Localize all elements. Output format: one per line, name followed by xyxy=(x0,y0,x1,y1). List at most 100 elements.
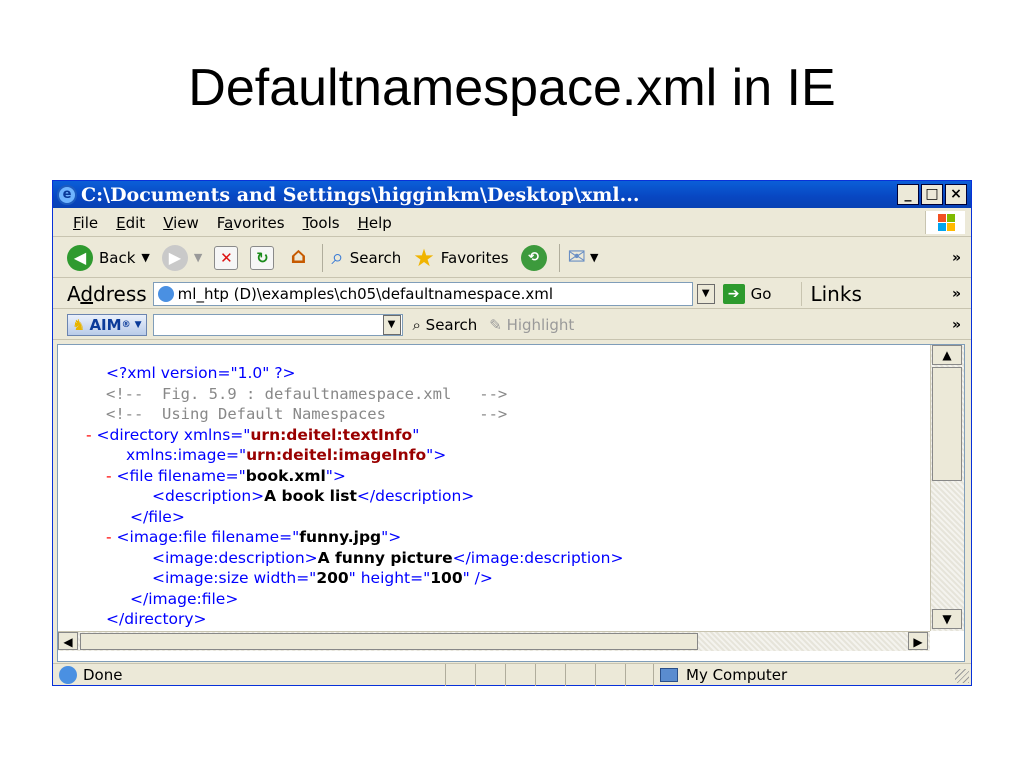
search-icon: ⌕ xyxy=(412,315,426,334)
status-pane xyxy=(445,664,475,686)
favorites-star-icon: ★ xyxy=(413,243,435,272)
go-arrow-icon: ➔ xyxy=(722,283,745,304)
home-button[interactable]: ⌂ xyxy=(286,243,310,270)
aim-search-button[interactable]: ⌕ Search xyxy=(413,316,478,334)
menu-tools[interactable]: Tools xyxy=(303,214,340,232)
scroll-right-icon[interactable]: ▶ xyxy=(908,632,928,650)
maximize-button[interactable]: □ xyxy=(921,184,943,205)
mail-button[interactable]: ✉ ▼ xyxy=(568,245,599,270)
slide-title: Defaultnamespace.xml in IE xyxy=(188,59,836,117)
status-pane xyxy=(565,664,595,686)
search-button[interactable]: ⌕ Search xyxy=(331,245,401,270)
aim-dropdown-icon: ▼ xyxy=(134,319,142,330)
status-pane xyxy=(595,664,625,686)
links-overflow-icon[interactable]: » xyxy=(952,286,961,302)
stop-icon: ✕ xyxy=(214,245,239,270)
address-label: Address xyxy=(67,281,147,306)
status-bar: Done My Computer xyxy=(53,663,971,686)
ie-logo-icon: e xyxy=(57,184,77,205)
aim-runner-icon: ♞ xyxy=(72,315,86,334)
forward-arrow-icon: ▶ xyxy=(161,244,188,271)
toolbar-separator xyxy=(322,243,324,272)
refresh-button[interactable]: ↻ xyxy=(250,245,275,270)
close-button[interactable]: × xyxy=(945,184,967,205)
xml-comment: <!-- Using Default Namespaces --> xyxy=(106,405,508,423)
registered-icon: ® xyxy=(121,319,131,330)
menu-file[interactable]: File xyxy=(73,214,98,232)
my-computer-icon xyxy=(660,668,678,682)
status-pane xyxy=(535,664,565,686)
xml-line: </image:file> xyxy=(130,589,239,608)
scroll-down-icon[interactable]: ▼ xyxy=(932,609,962,629)
aim-toolbar: ♞ AIM ® ▼ ▼ ⌕ Search ✎ Highlight » xyxy=(53,310,971,340)
xml-line: <description>A book list</description> xyxy=(152,487,475,505)
scroll-left-icon[interactable]: ◀ xyxy=(58,632,78,650)
collapse-toggle[interactable]: - xyxy=(86,426,97,444)
xml-line: - <file filename="book.xml"> xyxy=(106,466,346,485)
back-dropdown-icon: ▼ xyxy=(141,251,150,264)
go-button[interactable]: ➔ Go xyxy=(722,283,771,304)
links-button[interactable]: Links xyxy=(801,281,862,306)
toolbar-separator xyxy=(558,243,560,272)
history-icon: ⟲ xyxy=(520,244,547,271)
address-dropdown-icon[interactable]: ▼ xyxy=(696,283,715,304)
history-button[interactable]: ⟲ xyxy=(520,244,547,271)
menu-view[interactable]: View xyxy=(163,214,199,232)
aim-button[interactable]: ♞ AIM ® ▼ xyxy=(67,313,147,336)
title-bar[interactable]: e C:\Documents and Settings\higginkm\Des… xyxy=(53,181,971,208)
back-button[interactable]: ◀ Back ▼ xyxy=(67,244,150,271)
security-zone: My Computer xyxy=(653,664,787,686)
address-input[interactable]: ml_htp (D)\examples\ch05\defaultnamespac… xyxy=(152,281,693,306)
address-bar: Address ml_htp (D)\examples\ch05\default… xyxy=(53,279,971,309)
status-pane xyxy=(475,664,505,686)
xml-line: </directory> xyxy=(106,610,207,628)
aim-highlight-button[interactable]: ✎ Highlight xyxy=(489,316,574,334)
browser-window: e C:\Documents and Settings\higginkm\Des… xyxy=(52,180,972,686)
collapse-toggle[interactable]: - xyxy=(106,467,117,485)
page-loaded-icon xyxy=(59,665,77,684)
horizontal-scroll-thumb[interactable] xyxy=(80,633,698,650)
collapse-toggle[interactable]: - xyxy=(106,528,117,546)
aim-search-input[interactable] xyxy=(152,313,403,336)
back-arrow-icon: ◀ xyxy=(67,244,93,271)
forward-button[interactable]: ▶ ▼ xyxy=(161,244,202,271)
menu-edit[interactable]: Edit xyxy=(116,214,145,232)
minimize-button[interactable]: _ xyxy=(897,184,919,205)
xml-line: </file> xyxy=(130,507,185,526)
status-pane xyxy=(505,664,535,686)
resize-grip-icon[interactable] xyxy=(955,669,969,683)
windows-logo-icon xyxy=(925,211,965,234)
xml-line: <image:description>A funny picture</imag… xyxy=(152,548,624,567)
xml-line: <image:size width="200" height="100" /> xyxy=(152,569,493,587)
standard-toolbar: ◀ Back ▼ ▶ ▼ ✕ ↻ ⌂ ⌕ Search ★ Favorites … xyxy=(53,238,971,278)
xml-line: xmlns:image="urn:deitel:imageInfo"> xyxy=(126,446,447,464)
horizontal-scrollbar[interactable]: ◀ ▶ xyxy=(58,631,930,651)
menu-favorites[interactable]: Favorites xyxy=(217,214,285,232)
aim-input-dropdown-icon[interactable]: ▼ xyxy=(382,314,401,335)
page-icon xyxy=(157,285,174,302)
toolbar-overflow-icon[interactable]: » xyxy=(952,250,961,266)
content-pane: <?xml version="1.0" ?> <!-- Fig. 5.9 : d… xyxy=(57,344,965,662)
scroll-up-icon[interactable]: ▲ xyxy=(932,345,962,365)
xml-line: - <image:file filename="funny.jpg"> xyxy=(106,528,402,546)
menu-help[interactable]: Help xyxy=(358,214,392,232)
status-text: Done xyxy=(83,665,123,684)
xml-line: <?xml version="1.0" ?> xyxy=(106,364,296,382)
favorites-button[interactable]: ★ Favorites xyxy=(413,244,508,272)
aim-overflow-icon[interactable]: » xyxy=(952,317,961,333)
vertical-scrollbar[interactable]: ▲ ▼ xyxy=(930,345,964,631)
highlighter-icon: ✎ xyxy=(489,315,507,334)
status-panes xyxy=(445,664,655,686)
vertical-scroll-thumb[interactable] xyxy=(932,367,962,481)
home-icon: ⌂ xyxy=(290,243,307,269)
stop-button[interactable]: ✕ xyxy=(214,245,239,270)
xml-document: <?xml version="1.0" ?> <!-- Fig. 5.9 : d… xyxy=(58,345,930,631)
mail-icon: ✉ xyxy=(567,245,586,270)
xml-comment: <!-- Fig. 5.9 : defaultnamespace.xml --> xyxy=(106,384,508,403)
refresh-icon: ↻ xyxy=(250,245,275,270)
menu-bar: File Edit View Favorites Tools Help xyxy=(53,209,971,237)
xml-line: - <directory xmlns="urn:deitel:textInfo" xyxy=(86,425,420,444)
search-magnifier-icon: ⌕ xyxy=(331,245,344,270)
mail-dropdown-icon: ▼ xyxy=(589,251,599,264)
window-title: C:\Documents and Settings\higginkm\Deskt… xyxy=(81,183,640,206)
